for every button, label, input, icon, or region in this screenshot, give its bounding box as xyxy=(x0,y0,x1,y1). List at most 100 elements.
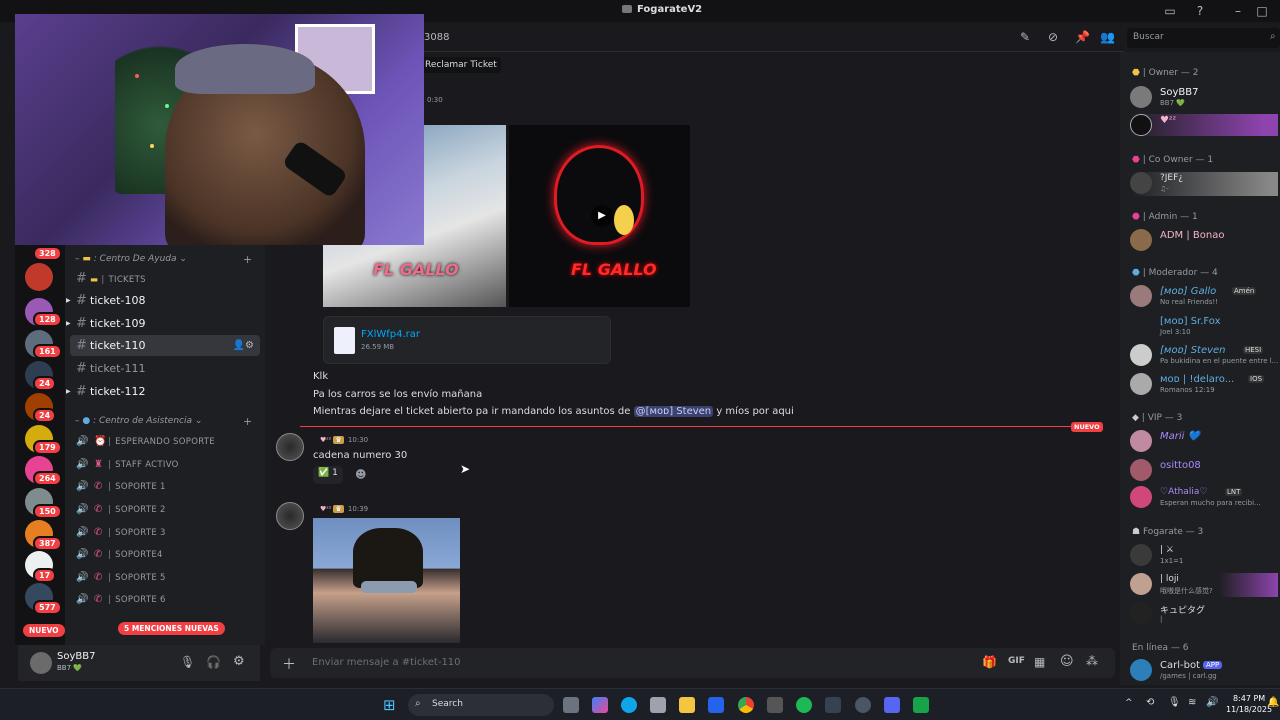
member-item[interactable]: SoyBB7 BB7 💚 xyxy=(1130,86,1278,110)
store-icon[interactable] xyxy=(650,697,666,713)
member-item[interactable]: ositto08 xyxy=(1130,459,1278,483)
voice-channel[interactable]: 🔊 ✆ | SOPORTE 2 xyxy=(70,499,260,520)
task-view-icon[interactable] xyxy=(563,697,579,713)
mentions-pill[interactable]: 5 MENCIONES NUEVAS xyxy=(118,622,225,635)
create-channel-icon[interactable]: + xyxy=(243,415,252,428)
search-input[interactable]: Buscar xyxy=(1127,28,1280,48)
new-servers-pill[interactable]: NUEVO xyxy=(23,624,65,637)
pin-icon[interactable]: 📌 xyxy=(1075,30,1090,44)
voice-channel[interactable]: 🔊 ✆ | SOPORTE 1 xyxy=(70,476,260,497)
create-channel-icon[interactable]: + xyxy=(243,253,252,266)
user-mention[interactable]: @[ᴍᴏᴅ] Steven xyxy=(633,406,714,417)
server-badge: 161 xyxy=(33,344,62,359)
threads-icon[interactable]: ✎ xyxy=(1020,30,1030,44)
obs-icon[interactable] xyxy=(855,697,871,713)
user-settings-icon[interactable]: ⚙ xyxy=(233,654,245,669)
member-item[interactable]: ♡Athalia♡ LNT Esperan mucho para recibi... xyxy=(1130,486,1278,510)
member-item[interactable]: | ⚔ 1x1=1 xyxy=(1130,544,1278,568)
headphones-icon[interactable]: 🎧 xyxy=(206,655,221,669)
reaction-checkmark[interactable]: ✅ 1 xyxy=(313,466,343,484)
app-icon[interactable] xyxy=(825,697,841,713)
channel-ticket-111[interactable]: # ticket-111 xyxy=(70,358,260,379)
voice-channel[interactable]: 🔊 ✆ | SOPORTE 6 xyxy=(70,589,260,610)
apps-icon[interactable]: ⁂ xyxy=(1086,654,1098,668)
voice-channel[interactable]: 🔊 ✆ | SOPORTE 5 xyxy=(70,567,260,588)
claim-ticket-button[interactable]: Reclamar Ticket xyxy=(421,57,501,73)
microphone-icon[interactable]: 🎙 xyxy=(180,655,195,669)
channel-ticket-109[interactable]: # ticket-109 xyxy=(70,313,260,334)
channel-tickets[interactable]: # ▬ | TICKETS xyxy=(70,268,260,289)
channel-ticket-108[interactable]: # ticket-108 xyxy=(70,290,260,311)
play-icon[interactable]: ▶ xyxy=(591,205,613,227)
author-name[interactable]: ♥ᶻᶻ xyxy=(320,436,331,444)
steam-icon[interactable] xyxy=(767,697,783,713)
sticker-icon[interactable]: ▦ xyxy=(1034,655,1045,669)
discord-icon[interactable] xyxy=(884,697,900,713)
windows-start-icon[interactable]: ⊞ xyxy=(383,696,396,714)
settings-icon[interactable]: 👤⚙ xyxy=(233,335,254,356)
member-item[interactable]: [ᴍᴏᴅ] Sr.Fox Joel 3:10 xyxy=(1130,315,1278,339)
category-header[interactable]: – ● : Centro de Asistencia ⌄ xyxy=(75,416,202,426)
new-messages-divider xyxy=(300,426,1100,427)
clock[interactable]: 8:47 PM 11/18/2025 xyxy=(1226,693,1272,715)
member-item[interactable]: キュピタグ | xyxy=(1130,602,1278,626)
edge-icon[interactable] xyxy=(621,697,637,713)
member-item[interactable]: ?JEF¿ ♫- xyxy=(1130,172,1278,196)
speaker-icon: 🔊 xyxy=(76,549,89,560)
image-attachment-2[interactable] xyxy=(313,518,460,643)
voice-channel[interactable]: 🔊 ⏰| ESPERANDO SOPORTE xyxy=(70,431,260,452)
member-item[interactable]: | loji 哦嗷是什么感觉? xyxy=(1130,573,1278,597)
member-item[interactable]: ᴍᴏᴅ | !delaro... IOS Romanos 12:19 xyxy=(1130,373,1278,397)
voice-channel[interactable]: 🔊 ✆ | SOPORTE 3 xyxy=(70,522,260,543)
help-icon[interactable]: ? xyxy=(1192,3,1208,19)
username[interactable]: SoyBB7 xyxy=(57,651,95,662)
spotify-icon[interactable] xyxy=(796,697,812,713)
member-item[interactable]: ♥ᶻᶻ xyxy=(1130,114,1278,136)
server-badge: 17 xyxy=(33,568,57,583)
mic-tray-icon[interactable]: 🎙 xyxy=(1168,697,1181,708)
inbox-icon[interactable]: ▭ xyxy=(1162,3,1178,19)
server-badge: 128 xyxy=(33,312,62,327)
video-attachment[interactable]: ▶ FL GALLO xyxy=(509,125,690,307)
member-item[interactable]: Carl-bot APP/games | carl.gg xyxy=(1130,659,1278,683)
member-item[interactable]: [ᴍᴏᴅ] Gallo Amén No real Friends!! xyxy=(1130,285,1278,309)
maximize-icon[interactable]: □ xyxy=(1254,3,1270,19)
member-item[interactable]: Marii 💙 xyxy=(1130,430,1278,454)
gift-icon[interactable]: 🎁 xyxy=(982,655,997,669)
notification-icon[interactable]: 🔔 xyxy=(1267,697,1279,708)
add-attachment-icon[interactable]: ＋ xyxy=(282,654,296,674)
minimize-icon[interactable]: – xyxy=(1230,3,1246,19)
emoji-icon[interactable]: ☺ xyxy=(1060,654,1074,669)
tray-chevron-icon[interactable]: ^ xyxy=(1125,698,1133,708)
hash-icon: # xyxy=(76,293,87,308)
server-icon[interactable] xyxy=(25,263,53,291)
outlook-icon[interactable] xyxy=(708,697,724,713)
channel-ticket-112[interactable]: # ticket-112 xyxy=(70,381,260,402)
network-icon[interactable]: ⟲ xyxy=(1146,697,1154,708)
add-reaction-icon[interactable]: ☻ xyxy=(355,468,366,481)
member-item[interactable]: ADM | Bonao xyxy=(1130,229,1278,253)
members-icon[interactable]: 👥 xyxy=(1100,30,1115,44)
chrome-icon[interactable] xyxy=(738,697,754,713)
avatar[interactable] xyxy=(276,433,304,461)
voice-channel[interactable]: 🔊 ♜ | STAFF ACTIVO xyxy=(70,454,260,475)
channel-ticket-110[interactable]: # ticket-110 👤⚙ xyxy=(70,335,260,356)
volume-icon[interactable]: 🔊 xyxy=(1206,697,1218,708)
avatar[interactable] xyxy=(276,502,304,530)
voice-channel[interactable]: 🔊 ✆ | SOPORTE4 xyxy=(70,544,260,565)
file-name[interactable]: FXlWfp4.rar xyxy=(361,329,420,340)
xbox-icon[interactable] xyxy=(913,697,929,713)
member-item[interactable]: [ᴍᴏᴅ] Steven HESI Pa bukidina en el puente… xyxy=(1130,344,1278,368)
mute-icon[interactable]: ⊘ xyxy=(1048,30,1058,44)
file-explorer-icon[interactable] xyxy=(679,697,695,713)
wifi-icon[interactable]: ≋ xyxy=(1188,697,1196,708)
taskbar-search[interactable]: Search xyxy=(408,694,554,716)
avatar[interactable] xyxy=(30,652,52,674)
file-attachment[interactable]: FXlWfp4.rar 26.59 MB xyxy=(323,316,611,364)
message-input[interactable]: Enviar mensaje a #ticket-110 xyxy=(312,657,461,668)
copilot-icon[interactable] xyxy=(592,697,608,713)
speaker-icon: 🔊 xyxy=(76,436,89,447)
gif-icon[interactable]: GIF xyxy=(1008,656,1025,666)
category-header[interactable]: – ▬ : Centro De Ayuda ⌄ xyxy=(75,254,187,264)
author-name[interactable]: ♥ᶻᶻ xyxy=(320,505,331,513)
